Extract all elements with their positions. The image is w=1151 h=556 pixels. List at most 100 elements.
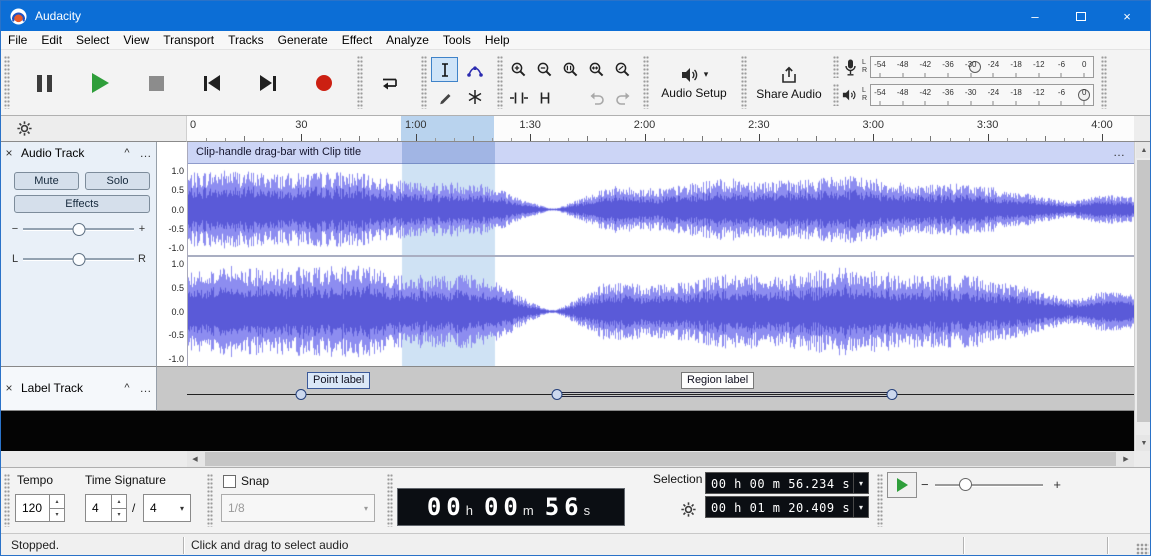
tempo-input[interactable]: 120 ▴ ▾ [15, 494, 65, 522]
audio-clip[interactable]: Clip-handle drag-bar with Clip title … [187, 142, 1134, 367]
selection-start-field[interactable]: 00 h 00 m 56.234 s ▾ [705, 472, 869, 494]
menu-effect[interactable]: Effect [335, 32, 379, 48]
audio-track-panel[interactable]: × Audio Track ^ … Mute Solo Effects − + … [1, 142, 157, 367]
tempo-value[interactable]: 120 [16, 495, 49, 521]
minimize-button[interactable]: – [1012, 1, 1058, 31]
trim-audio-button[interactable] [505, 85, 532, 110]
selection-end-caret-icon[interactable]: ▾ [853, 497, 868, 517]
playback-speed-slider[interactable]: − + [921, 472, 1061, 498]
gain-slider-thumb[interactable] [72, 223, 85, 236]
time-signature-lower-select[interactable]: 4 ▾ [143, 494, 191, 522]
zoom-out-button[interactable] [531, 57, 558, 82]
scroll-right-icon[interactable]: ▶ [1118, 451, 1134, 467]
label-track-panel[interactable]: × Label Track ^ … [1, 367, 157, 411]
menu-tools[interactable]: Tools [436, 32, 478, 48]
selection-start-caret-icon[interactable]: ▾ [853, 473, 868, 493]
undo-button[interactable] [583, 85, 610, 110]
region-start-marker[interactable] [552, 389, 563, 400]
timeline-options-button[interactable] [11, 118, 37, 139]
speed-slider-thumb[interactable] [959, 478, 972, 491]
play-button[interactable] [77, 60, 123, 106]
loop-button[interactable] [367, 60, 413, 106]
region-label[interactable]: Region label [681, 372, 754, 389]
point-label[interactable]: Point label [307, 372, 370, 389]
label-track-area[interactable]: Point label Region label [157, 367, 1134, 411]
waveform-channel-2[interactable] [188, 257, 1135, 366]
timesig-spin-down-icon[interactable]: ▾ [112, 508, 126, 522]
share-audio-button[interactable]: Share Audio [749, 54, 829, 112]
solo-button[interactable]: Solo [85, 172, 150, 190]
redo-button[interactable] [609, 85, 636, 110]
audio-position-display[interactable]: 00h00m56s [397, 488, 625, 526]
playback-meter[interactable]: -54-48-42-36-30-24-18-12-60 [870, 84, 1094, 106]
audio-track-collapse-icon[interactable]: ^ [118, 147, 136, 159]
pause-button[interactable] [21, 60, 67, 106]
menu-edit[interactable]: Edit [34, 32, 69, 48]
clip-header-drag-bar[interactable]: Clip-handle drag-bar with Clip title … [188, 142, 1134, 164]
play-at-speed-button[interactable] [887, 472, 917, 498]
mute-button[interactable]: Mute [14, 172, 79, 190]
zoom-selection-button[interactable] [557, 57, 584, 82]
time-signature-upper-input[interactable]: 4 ▴ ▾ [85, 494, 127, 522]
silence-audio-button[interactable] [531, 85, 558, 110]
selection-settings-button[interactable] [677, 498, 699, 520]
recording-meter[interactable]: -54-48-42-36-30-24-18-12-60 [870, 56, 1094, 78]
menu-view[interactable]: View [116, 32, 156, 48]
time-signature-grip[interactable] [4, 474, 10, 527]
recording-meter-grip[interactable] [833, 56, 839, 78]
vertical-scale-ruler[interactable]: 1.00.50.0-0.5-1.0 1.00.50.0-0.5-1.0 [157, 142, 187, 367]
share-audio-grip[interactable] [741, 56, 747, 109]
audio-setup-grip[interactable] [643, 56, 649, 109]
speed-slider-track[interactable] [935, 484, 1043, 486]
close-button[interactable]: × [1104, 1, 1150, 31]
menu-analyze[interactable]: Analyze [379, 32, 436, 48]
scroll-down-icon[interactable]: ▼ [1136, 435, 1151, 451]
scroll-left-icon[interactable]: ◀ [187, 451, 203, 467]
label-track-menu-icon[interactable]: … [136, 381, 156, 395]
play-at-speed-grip[interactable] [877, 474, 883, 527]
vertical-scroll-thumb[interactable] [1137, 160, 1151, 422]
record-button[interactable] [301, 60, 347, 106]
time-toolbar-grip[interactable] [387, 474, 393, 527]
timeline-ruler[interactable]: 0301:001:302:002:303:003:304:00 [187, 116, 1134, 142]
selection-tool-button[interactable] [431, 57, 458, 82]
playback-meter-grip[interactable] [833, 84, 839, 106]
tempo-spin-up-icon[interactable]: ▴ [50, 495, 64, 508]
snap-checkbox[interactable] [223, 475, 236, 488]
snap-select[interactable]: 1/8 ▾ [221, 494, 375, 522]
scroll-up-icon[interactable]: ▲ [1136, 142, 1151, 158]
audio-track-close-icon[interactable]: × [1, 146, 17, 160]
loop-toolbar-grip[interactable] [357, 56, 363, 109]
audio-track-name[interactable]: Audio Track [17, 146, 118, 160]
envelope-tool-button[interactable] [461, 57, 488, 82]
pan-slider[interactable] [21, 250, 136, 268]
audio-track-menu-icon[interactable]: … [136, 146, 156, 160]
time-digits[interactable]: 00 [484, 493, 523, 521]
gain-slider[interactable] [21, 220, 136, 238]
meter-end-grip[interactable] [1101, 56, 1107, 109]
time-digits[interactable]: 56 [545, 493, 584, 521]
resize-grip[interactable] [1136, 543, 1149, 556]
edit-toolbar-grip[interactable] [497, 56, 503, 109]
audio-setup-button[interactable]: ▾ Audio Setup [651, 54, 737, 112]
region-label-bar[interactable] [561, 392, 888, 397]
label-track-collapse-icon[interactable]: ^ [118, 382, 136, 394]
selection-end-value[interactable]: 00 h 01 m 20.409 s [706, 497, 853, 517]
selection-start-value[interactable]: 00 h 00 m 56.234 s [706, 473, 853, 493]
skip-to-start-button[interactable] [189, 60, 235, 106]
time-signature-upper-value[interactable]: 4 [86, 495, 111, 521]
maximize-button[interactable] [1058, 1, 1104, 31]
effects-button[interactable]: Effects [14, 195, 150, 213]
menu-help[interactable]: Help [478, 32, 517, 48]
clip-menu-icon[interactable]: … [1113, 142, 1126, 163]
menu-file[interactable]: File [1, 32, 34, 48]
region-end-marker[interactable] [887, 389, 898, 400]
menu-select[interactable]: Select [69, 32, 116, 48]
transport-toolbar-grip[interactable] [4, 56, 10, 109]
timesig-spin-up-icon[interactable]: ▴ [112, 495, 126, 508]
pan-slider-thumb[interactable] [72, 253, 85, 266]
zoom-in-button[interactable] [505, 57, 532, 82]
menu-transport[interactable]: Transport [156, 32, 221, 48]
snap-grip[interactable] [207, 474, 213, 527]
time-digits[interactable]: 00 [427, 493, 466, 521]
